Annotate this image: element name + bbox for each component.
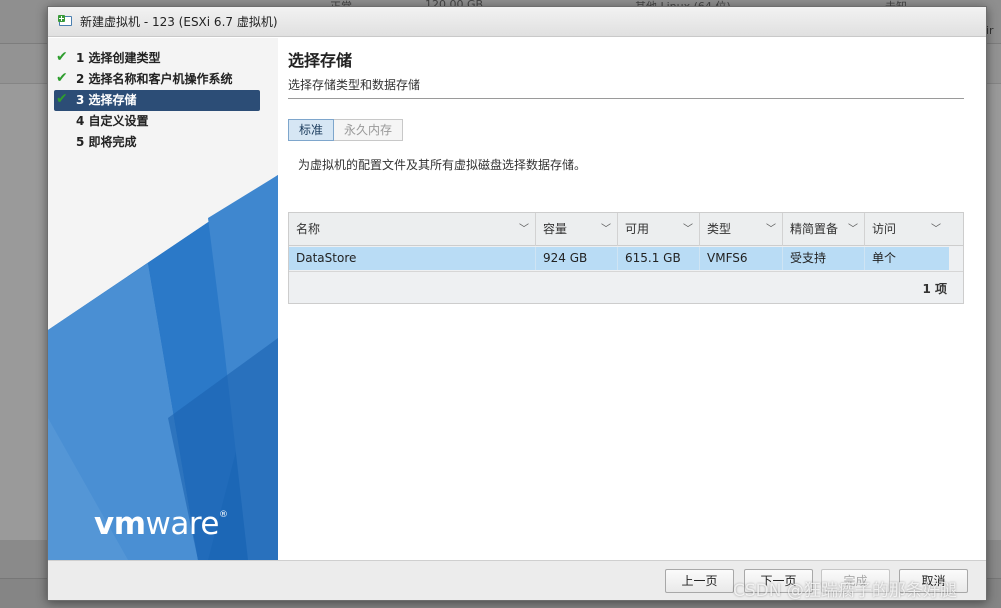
column-header-free[interactable]: 可用 ﹀ [618, 213, 700, 246]
cell-name: DataStore [289, 247, 536, 270]
wizard-step-5[interactable]: 5 即将完成 [54, 132, 260, 153]
wizard-step-list: ✔ 1 选择创建类型 ✔ 2 选择名称和客户机操作系统 ✔ 3 选择存储 4 自… [54, 48, 260, 153]
back-button[interactable]: 上一页 [665, 569, 734, 593]
cell-access: 单个 [872, 251, 897, 265]
wizard-step-2[interactable]: ✔ 2 选择名称和客户机操作系统 [54, 69, 260, 90]
cell-capacity: 924 GB [536, 247, 618, 270]
step-label: 1 选择创建类型 [76, 51, 161, 65]
chevron-down-icon[interactable]: ﹀ [519, 213, 529, 246]
new-vm-icon [58, 14, 74, 29]
new-vm-dialog: 新建虚拟机 - 123 (ESXi 6.7 虚拟机) ✔ 1 选择创建类型 ✔ … [47, 6, 987, 601]
chevron-down-icon[interactable]: ﹀ [766, 213, 776, 246]
divider [288, 98, 964, 99]
step-label: 5 即将完成 [76, 135, 137, 149]
watermark: CSDN @狂踹瘸子的那条好腿 [733, 581, 957, 601]
chevron-down-icon[interactable]: ﹀ [931, 213, 941, 246]
chevron-down-icon[interactable]: ﹀ [601, 213, 611, 246]
wizard-steps-panel: ✔ 1 选择创建类型 ✔ 2 选择名称和客户机操作系统 ✔ 3 选择存储 4 自… [48, 38, 278, 560]
column-header-type[interactable]: 类型 ﹀ [700, 213, 783, 246]
checkmark-icon: ✔ [56, 49, 68, 65]
step-label: 2 选择名称和客户机操作系统 [76, 72, 233, 86]
table-footer: 1 项 [289, 271, 963, 303]
column-header-access[interactable]: 访问 ﹀ [865, 213, 947, 246]
cell-free: 615.1 GB [618, 247, 700, 270]
column-header-name[interactable]: 名称 ﹀ [289, 213, 536, 246]
column-header-thin-provisioning[interactable]: 精简置备 ﹀ [783, 213, 865, 246]
dialog-title: 新建虚拟机 - 123 (ESXi 6.7 虚拟机) [80, 15, 278, 29]
page-subtitle: 选择存储类型和数据存储 [288, 78, 421, 92]
wizard-step-4[interactable]: 4 自定义设置 [54, 111, 260, 132]
storage-type-toggle: 标准 永久内存 [288, 119, 404, 141]
item-count: 1 项 [922, 282, 947, 296]
cell-thin-provisioning: 受支持 [783, 247, 865, 270]
background-side-text: ir [986, 24, 994, 37]
datastore-table: 名称 ﹀ 容量 ﹀ 可用 ﹀ 类型 ﹀ 精简置备 ﹀ 访问 ﹀ DataStore 924 … [288, 212, 964, 304]
storage-selection-panel: 选择存储 选择存储类型和数据存储 标准 永久内存 为虚拟机的配置文件及其所有虚拟… [278, 38, 986, 560]
checkmark-icon: ✔ [56, 91, 68, 107]
tab-persistent-memory[interactable]: 永久内存 [334, 119, 404, 141]
checkmark-icon: ✔ [56, 70, 68, 86]
chevron-down-icon[interactable]: ﹀ [848, 213, 858, 246]
tab-standard[interactable]: 标准 [288, 119, 335, 141]
table-header: 名称 ﹀ 容量 ﹀ 可用 ﹀ 类型 ﹀ 精简置备 ﹀ 访问 ﹀ [289, 213, 963, 246]
step-label: 4 自定义设置 [76, 114, 149, 128]
column-header-capacity[interactable]: 容量 ﹀ [536, 213, 618, 246]
table-row[interactable]: DataStore 924 GB 615.1 GB VMFS6 受支持 单个 [289, 247, 949, 270]
cell-type: VMFS6 [700, 247, 783, 270]
page-title: 选择存储 [288, 51, 353, 70]
storage-description: 为虚拟机的配置文件及其所有虚拟磁盘选择数据存储。 [298, 158, 587, 172]
wizard-step-3[interactable]: ✔ 3 选择存储 [54, 90, 260, 111]
step-label: 3 选择存储 [76, 93, 137, 107]
wizard-step-1[interactable]: ✔ 1 选择创建类型 [54, 48, 260, 69]
chevron-down-icon[interactable]: ﹀ [683, 213, 693, 246]
vmware-logo: vmware® [94, 506, 228, 542]
dialog-titlebar[interactable]: 新建虚拟机 - 123 (ESXi 6.7 虚拟机) [48, 7, 986, 37]
